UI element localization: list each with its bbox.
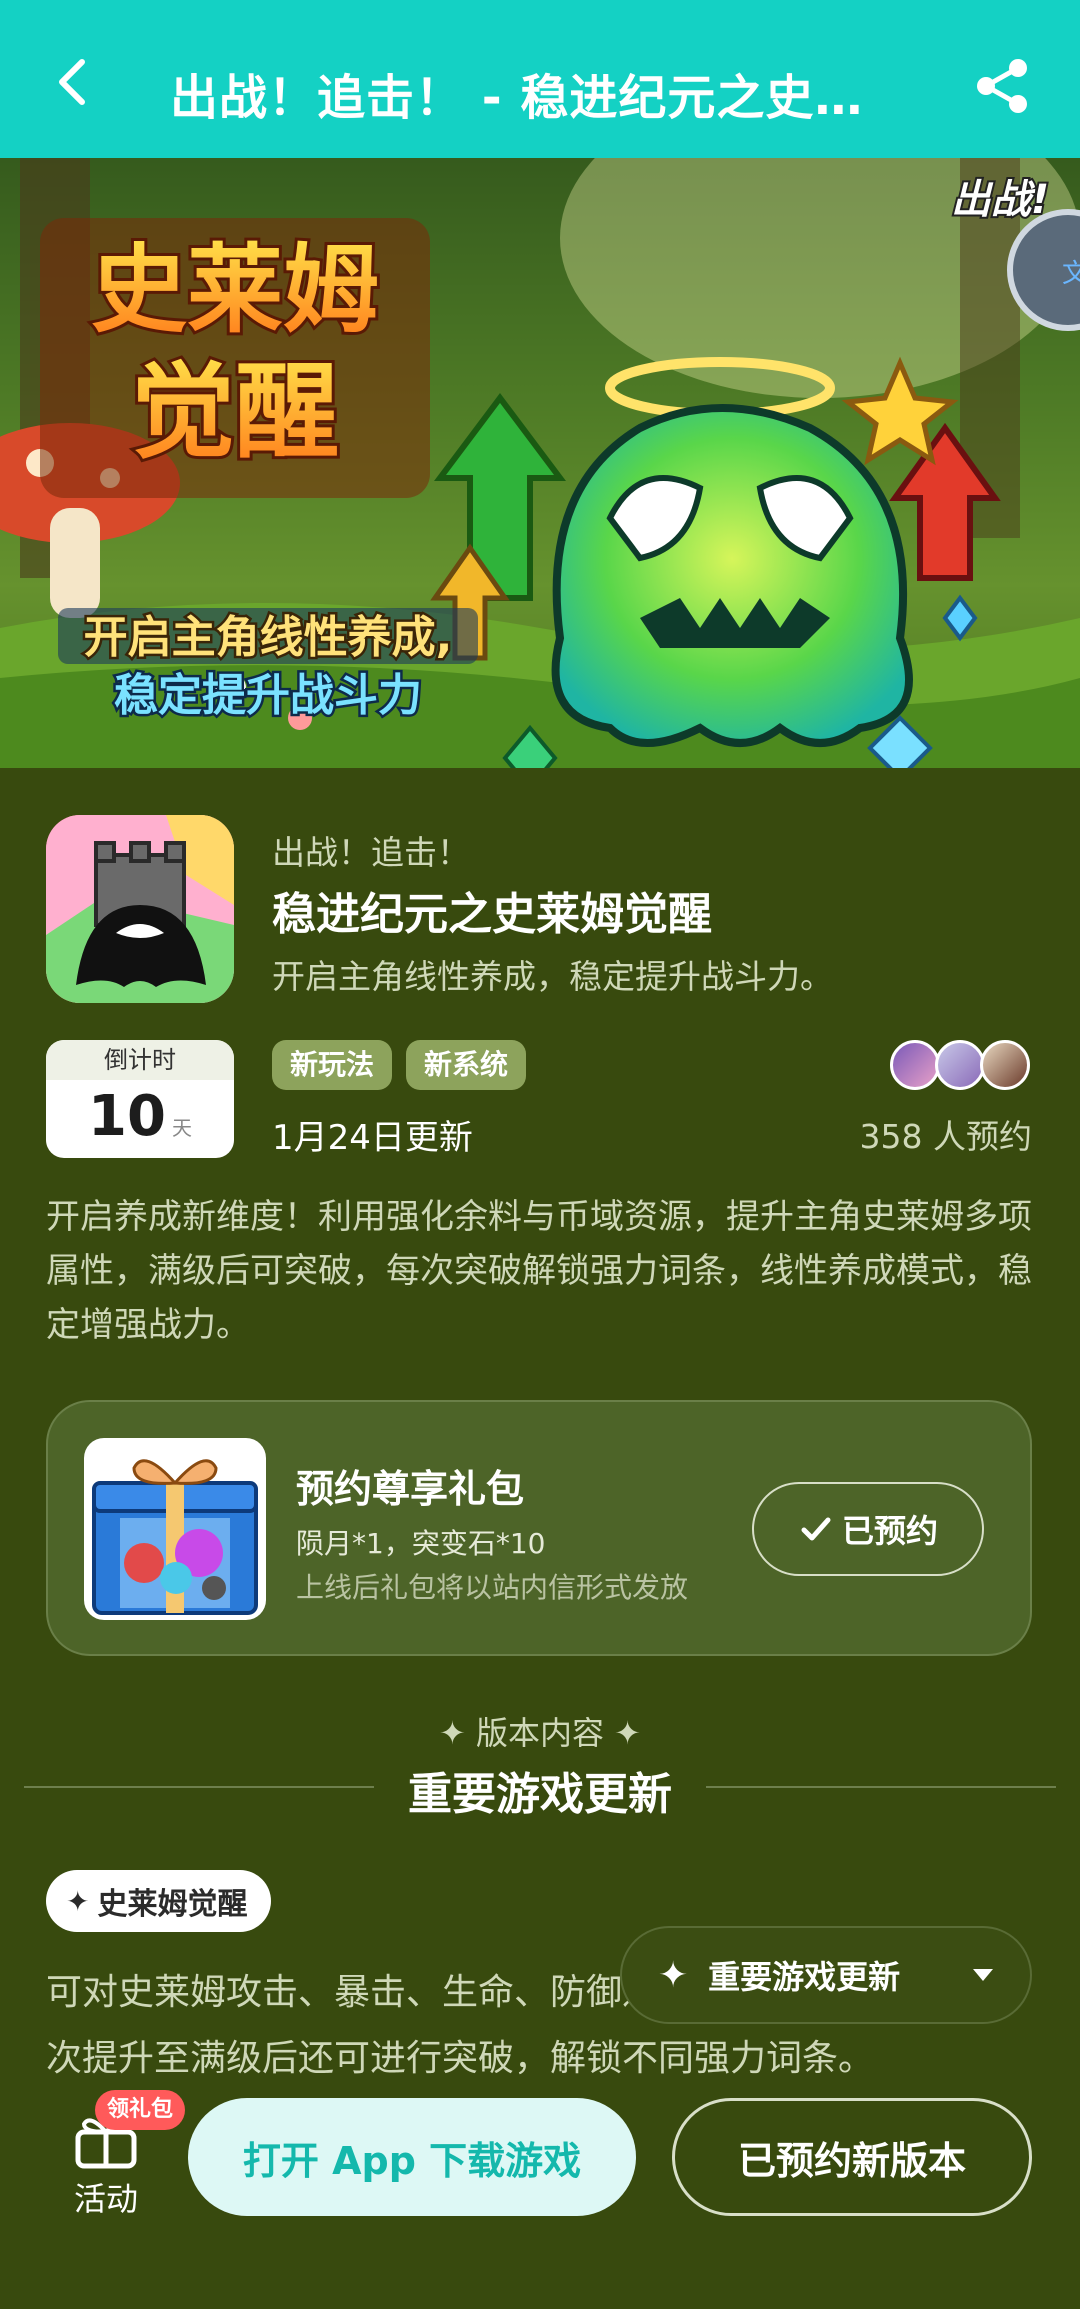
gift-items: 陨月*1，突变石*10 <box>296 1527 546 1560</box>
game-tagline: 开启主角线性养成，稳定提升战斗力。 <box>272 957 833 996</box>
section-jump-dropdown[interactable]: ✦ 重要游戏更新 <box>620 1926 1032 2024</box>
gift-box-image <box>84 1438 266 1620</box>
app-icon <box>46 815 234 1003</box>
banner-art: 史莱姆 觉醒 开启主角线性养成, 稳定提升战斗力 出战! 文 <box>0 158 1080 768</box>
countdown-unit: 天 <box>171 1116 192 1140</box>
reservation-gift-card: 预约尊享礼包 陨月*1，突变石*10 上线后礼包将以站内信形式发放 已预约 <box>46 1400 1032 1656</box>
gift-reserved-button[interactable]: 已预约 <box>752 1482 984 1576</box>
promo-banner: 史莱姆 觉醒 开启主角线性养成, 稳定提升战斗力 出战! 文 <box>0 158 1080 768</box>
tag-new-gameplay: 新玩法 <box>272 1040 393 1090</box>
countdown-value: 10 <box>88 1084 166 1149</box>
banner-corner-text: 出战! <box>951 177 1049 223</box>
share-icon[interactable] <box>972 56 1032 116</box>
update-date: 1月24日更新 <box>272 1118 473 1158</box>
gift-title: 预约尊享礼包 <box>296 1467 525 1511</box>
open-app-download-button[interactable]: 打开 App 下载游戏 <box>188 2098 636 2216</box>
avatar <box>980 1040 1030 1090</box>
countdown-label: 倒计时 <box>46 1040 234 1080</box>
avatar <box>890 1040 940 1090</box>
section-chip-label: 史莱姆觉醒 <box>97 1887 248 1922</box>
banner-title-line1: 史莱姆 <box>91 234 379 346</box>
section-jump-label: 重要游戏更新 <box>708 1958 901 1996</box>
version-section-label: ✦ 版本内容 ✦ <box>439 1714 641 1752</box>
banner-subtitle-line2: 稳定提升战斗力 <box>114 670 422 721</box>
banner-title-line2: 觉醒 <box>131 351 339 473</box>
version-title: 重要游戏更新 <box>408 1769 672 1820</box>
page-title: 出战！追击！ - 稳进纪元之史… <box>170 70 864 126</box>
chevron-left-icon[interactable] <box>44 52 104 112</box>
reserved-new-version-button[interactable]: 已预约新版本 <box>672 2098 1032 2216</box>
reservation-count: 358 人预约 <box>859 1117 1032 1156</box>
reserver-avatars <box>890 1040 1040 1092</box>
caret-down-icon <box>973 1969 993 1981</box>
claim-gift-badge[interactable]: 领礼包 <box>95 2090 186 2130</box>
checkmark-icon <box>801 1517 831 1541</box>
sparkle-icon: ✦ <box>658 1954 689 1996</box>
game-name: 稳进纪元之史莱姆觉醒 <box>272 889 712 940</box>
avatar <box>935 1040 985 1090</box>
section-chip: ✦ 史莱姆觉醒 <box>46 1870 272 1932</box>
sparkle-icon: ✦ <box>66 1884 90 1918</box>
gift-reserved-label: 已预约 <box>841 1512 938 1550</box>
gift-note: 上线后礼包将以站内信形式发放 <box>296 1571 689 1604</box>
activity-label[interactable]: 活动 <box>50 2174 162 2220</box>
tag-new-system: 新系统 <box>406 1040 527 1090</box>
banner-subtitle-line1: 开启主角线性养成, <box>84 612 453 663</box>
game-series: 出战！追击！ <box>272 833 470 872</box>
game-description: 开启养成新维度！利用强化余料与币域资源，提升主角史莱姆多项属性，满级后可突破，每… <box>46 1197 1032 1345</box>
countdown-card: 倒计时 10 天 <box>46 1040 234 1158</box>
translate-icon[interactable]: 文 <box>1062 259 1080 289</box>
